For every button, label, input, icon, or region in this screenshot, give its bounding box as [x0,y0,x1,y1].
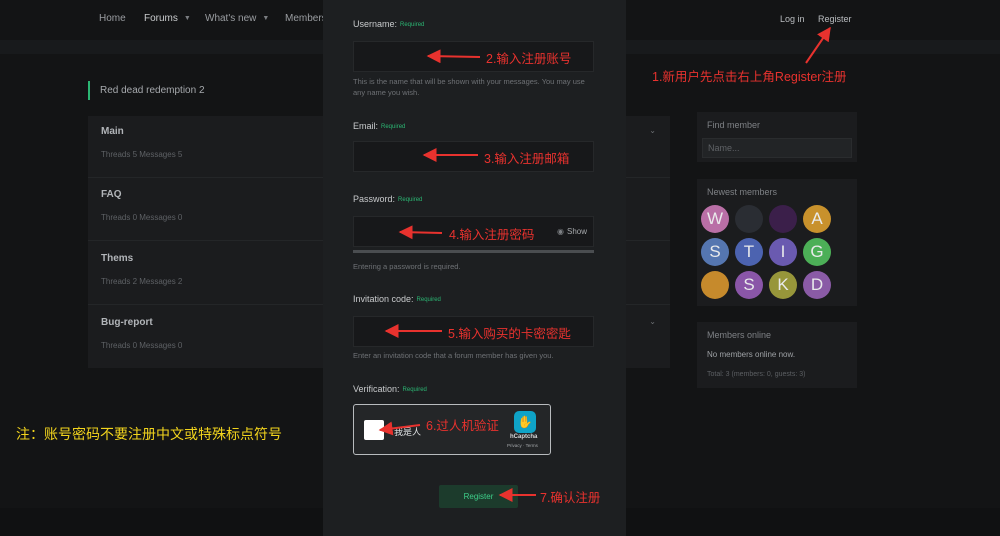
forum-stats: Threads 0 Messages 0 [101,213,183,222]
avatar[interactable]: T [735,238,763,266]
avatar[interactable]: W [701,205,729,233]
forum-title[interactable]: FAQ [101,189,122,200]
avatar[interactable] [701,271,729,299]
members-online-total: Total: 3 (members: 0, guests: 3) [707,371,806,378]
annotation-step2: 2.输入注册账号 [486,52,572,66]
forum-stats: Threads 2 Messages 2 [101,277,183,286]
show-password-label: Show [566,227,587,236]
forum-stats: Threads 0 Messages 0 [101,341,183,350]
avatar[interactable] [769,205,797,233]
members-online-text: No members online now. [707,350,796,359]
captcha-checkbox[interactable] [364,420,384,440]
invitation-label: Invitation code: Required [353,294,441,304]
chevron-down-icon: ▼ [262,15,270,22]
avatar[interactable] [735,205,763,233]
members-online-title: Members online [707,330,772,340]
forum-title[interactable]: Main [101,126,124,137]
hcaptcha-brand: hCaptcha [510,434,538,440]
avatar[interactable]: G [803,238,831,266]
invitation-label-text: Invitation code: [353,294,414,304]
avatar[interactable]: D [803,271,831,299]
nav-members[interactable]: Members [285,13,327,24]
chevron-down-icon[interactable]: ⌄ [649,317,656,326]
password-label-text: Password: [353,194,396,204]
avatar[interactable]: S [701,238,729,266]
eye-icon: ◉ [557,227,564,236]
avatar[interactable]: I [769,238,797,266]
email-label: Email: Required [353,121,405,131]
annotation-step1: 1.新用户先点击右上角Register注册 [652,70,847,84]
find-member-title: Find member [707,120,761,130]
required-tag: Required [400,22,425,28]
register-submit-button[interactable]: Register [439,485,518,508]
captcha-label: 我是人 [394,427,422,437]
hcaptcha-terms[interactable]: Privacy · Terms [507,443,538,448]
chevron-down-icon[interactable]: ⌄ [649,126,656,135]
login-link[interactable]: Log in [780,14,805,24]
find-member-input[interactable]: Name... [702,138,852,158]
nav-home[interactable]: Home [99,13,126,24]
register-dialog: Username: Required This is the name that … [323,0,626,536]
register-link[interactable]: Register [818,14,852,24]
username-label-text: Username: [353,19,398,29]
forum-title[interactable]: Thems [101,253,133,264]
show-password-toggle[interactable]: ◉ Show [557,227,587,236]
required-tag: Required [381,124,406,130]
password-hint: Entering a password is required. [353,262,461,271]
chevron-down-icon: ▼ [183,15,191,22]
password-strength-bar [353,250,594,253]
avatar[interactable]: K [769,271,797,299]
annotation-step4: 4.输入注册密码 [449,228,535,242]
email-label-text: Email: [353,121,379,131]
verification-label: Verification: Required [353,384,427,394]
required-tag: Required [402,387,427,393]
newest-members-block: Newest members WASTIGSKD [697,179,857,306]
avatar[interactable]: S [735,271,763,299]
breadcrumb[interactable]: Red dead redemption 2 [88,81,205,100]
verification-label-text: Verification: [353,384,400,394]
nav-forums[interactable]: Forums ▼ [144,13,191,24]
username-label: Username: Required [353,19,424,29]
annotation-step3: 3.输入注册邮箱 [484,152,570,166]
username-hint: This is the name that will be shown with… [353,77,585,97]
annotation-step5: 5.输入购买的卡密密匙 [448,327,571,341]
invitation-hint: Enter an invitation code that a forum me… [353,351,554,360]
forum-stats: Threads 5 Messages 5 [101,150,183,159]
forum-title[interactable]: Bug-report [101,317,153,328]
required-tag: Required [398,197,423,203]
nav-whats-new[interactable]: What's new ▼ [205,13,269,24]
password-label: Password: Required [353,194,422,204]
nav-whats-new-label: What's new [205,13,257,24]
annotation-step7: 7.确认注册 [540,491,601,505]
hcaptcha-logo-icon: ✋ [514,411,536,433]
avatar[interactable]: A [803,205,831,233]
annotation-note: 注：账号密码不要注册中文或特殊标点符号 [16,426,282,442]
members-online-block: Members online No members online now. To… [697,322,857,388]
find-member-block: Find member Name... [697,112,857,162]
required-tag: Required [416,297,441,303]
nav-forums-label: Forums [144,13,178,24]
newest-members-title: Newest members [707,187,778,197]
annotation-step6: 6.过人机验证 [426,419,499,433]
